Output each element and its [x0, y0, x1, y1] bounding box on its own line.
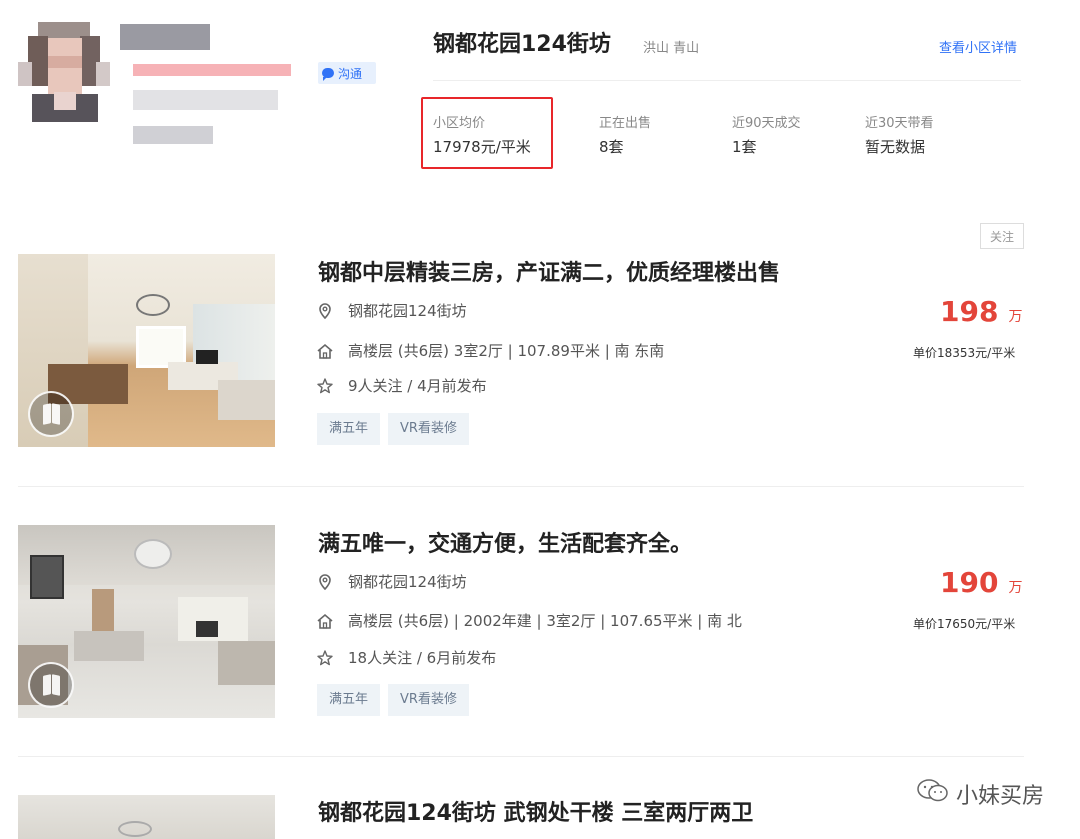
star-icon: [316, 377, 334, 395]
chat-button-label: 沟通: [338, 66, 363, 81]
agent-info-blurred: [133, 90, 278, 110]
house-icon: [316, 612, 334, 630]
stat-value: 暂无数据: [865, 138, 926, 156]
price-unit: 万: [1008, 580, 1023, 596]
stat-visits-30d: 近30天带看 暂无数据: [865, 112, 934, 157]
listing-tags: 满五年 VR看装修: [317, 684, 477, 716]
avg-price-highlight: [421, 97, 553, 169]
stat-deals-90d: 近90天成交 1套: [732, 112, 801, 157]
listing-house-info-line: 高楼层 (共6层) | 2002年建 | 3室2厅 | 107.65平米 | 南…: [316, 610, 742, 631]
agent-title-blurred: [133, 64, 291, 76]
divider: [433, 80, 1021, 81]
chat-button[interactable]: 沟通: [318, 62, 376, 84]
price-value: 198: [940, 295, 999, 328]
wechat-icon: [916, 778, 950, 810]
stat-label: 近30天带看: [865, 116, 934, 131]
listing-photo[interactable]: [18, 525, 275, 718]
agent-name-blurred: [120, 24, 210, 50]
listing-title[interactable]: 满五唯一，交通方便，生活配套齐全。: [318, 526, 692, 558]
tag: VR看装修: [388, 413, 469, 445]
stat-on-sale: 正在出售 8套: [599, 112, 651, 157]
price-unit: 万: [1008, 309, 1023, 325]
tag: 满五年: [317, 413, 381, 445]
listing-follow-line: 18人关注 / 6月前发布: [316, 647, 496, 668]
vr-icon: [28, 662, 74, 708]
chat-bubble-icon: [322, 68, 334, 81]
listing-house-info: 高楼层 (共6层) 3室2厅 | 107.89平米 | 南 东南: [348, 342, 665, 360]
divider: [18, 756, 1024, 757]
house-icon: [316, 342, 334, 360]
tag: 满五年: [317, 684, 381, 716]
listing-unit-price: 单价18353元/平米: [913, 346, 1016, 360]
star-icon: [316, 649, 334, 667]
location-pin-icon: [316, 302, 334, 320]
listing-community[interactable]: 钢都花园124街坊: [348, 300, 467, 321]
location-pin-icon: [316, 573, 334, 591]
listing-community[interactable]: 钢都花园124街坊: [348, 571, 467, 592]
watermark-text: 小妹买房: [955, 784, 1044, 809]
stat-label: 正在出售: [599, 116, 652, 131]
listing-follow-line: 9人关注 / 4月前发布: [316, 375, 487, 396]
listing-follow-info: 9人关注 / 4月前发布: [348, 377, 487, 395]
stat-label: 近90天成交: [732, 116, 801, 131]
agent-avatar: [18, 22, 110, 122]
listing-photo[interactable]: [18, 795, 275, 839]
agent-phone-blurred: [133, 126, 213, 144]
community-title[interactable]: 钢都花园124街坊: [433, 26, 611, 58]
stat-value: 8套: [599, 138, 624, 156]
listing-price: 198 万: [940, 295, 1022, 328]
stat-value: 1套: [732, 138, 757, 156]
listing-price: 190 万: [940, 566, 1022, 599]
listing-tags: 满五年 VR看装修: [317, 413, 477, 445]
vr-icon: [28, 391, 74, 437]
listing-unit-price: 单价17650元/平米: [913, 617, 1016, 631]
listing-house-info: 高楼层 (共6层) | 2002年建 | 3室2厅 | 107.65平米 | 南…: [348, 612, 742, 630]
listing-follow-info: 18人关注 / 6月前发布: [348, 649, 497, 667]
tag: VR看装修: [388, 684, 469, 716]
listing-photo[interactable]: [18, 254, 275, 447]
listing-community-line: 钢都花园124街坊: [316, 571, 467, 592]
listing-community-line: 钢都花园124街坊: [316, 300, 467, 321]
community-detail-link[interactable]: 查看小区详情: [939, 37, 1017, 56]
divider: [18, 486, 1024, 487]
listing-house-info-line: 高楼层 (共6层) 3室2厅 | 107.89平米 | 南 东南: [316, 340, 664, 361]
follow-button[interactable]: 关注: [980, 223, 1024, 249]
watermark: 小妹买房: [916, 778, 1044, 810]
listing-title[interactable]: 钢都花园124街坊 武钢处干楼 三室两厅两卫: [318, 795, 753, 827]
community-location: 洪山 青山: [643, 41, 700, 56]
price-value: 190: [940, 566, 999, 599]
listing-title[interactable]: 钢都中层精装三房，产证满二，优质经理楼出售: [318, 255, 780, 287]
